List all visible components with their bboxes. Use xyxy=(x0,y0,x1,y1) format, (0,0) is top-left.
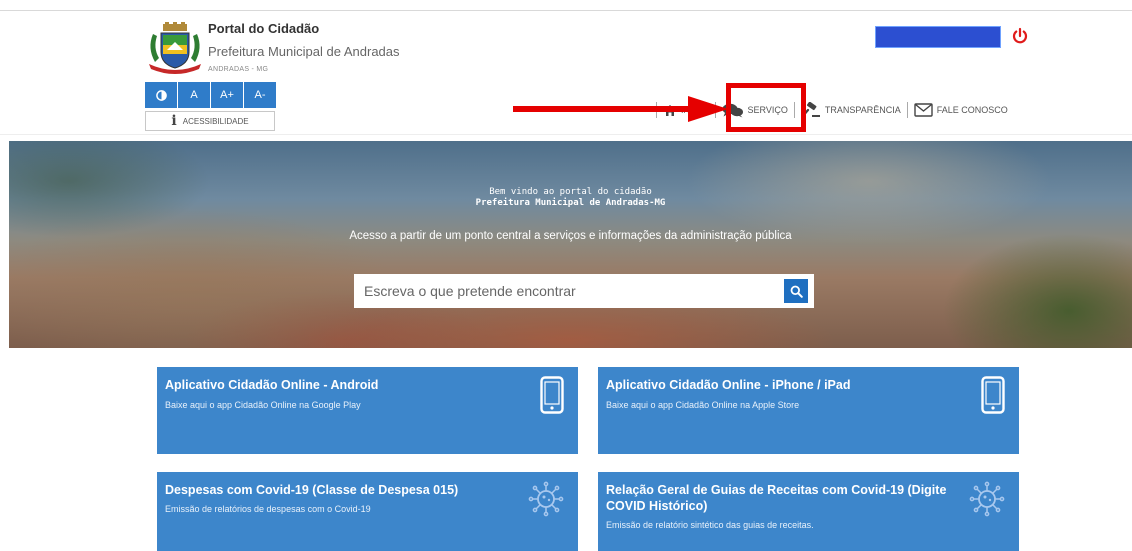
user-name-box[interactable] xyxy=(875,26,1001,48)
nav-transparencia[interactable]: TRANSPARÊNCIA xyxy=(801,102,901,118)
card-title: Aplicativo Cidadão Online - Android xyxy=(165,378,379,392)
card-description: Emissão de relatórios de despesas com o … xyxy=(165,504,371,514)
card-title: Relação Geral de Guias de Receitas com C… xyxy=(606,483,947,513)
contrast-button[interactable] xyxy=(145,82,177,108)
card-android-app[interactable]: Aplicativo Cidadão Online - Android Baix… xyxy=(157,367,578,454)
hero-welcome: Bem vindo ao portal do cidadão Prefeitur… xyxy=(9,187,1132,209)
hero-banner: Bem vindo ao portal do cidadão Prefeitur… xyxy=(9,141,1132,348)
contrast-icon xyxy=(155,89,167,101)
card-covid-revenue-guides[interactable]: Relação Geral de Guias de Receitas com C… xyxy=(598,472,1019,551)
accessibility-label: ACESSIBILIDADE xyxy=(182,116,249,126)
virus-icon xyxy=(969,481,1005,517)
accessibility-controls: A A+ A- xyxy=(145,82,277,108)
search-input[interactable] xyxy=(354,274,784,308)
power-icon[interactable] xyxy=(1011,27,1029,45)
virus-icon xyxy=(528,481,564,517)
card-description: Baixe aqui o app Cidadão Online na Apple… xyxy=(606,400,800,410)
site-title[interactable]: Portal do Cidadão xyxy=(208,21,319,36)
hero-welcome-line1: Bem vindo ao portal do cidadão xyxy=(489,187,652,197)
nav-transparencia-label: TRANSPARÊNCIA xyxy=(824,105,901,115)
accessibility-link[interactable]: i ACESSIBILIDADE xyxy=(145,111,275,131)
card-covid-expenses[interactable]: Despesas com Covid-19 (Classe de Despesa… xyxy=(157,472,578,551)
nav-fale-conosco-label: FALE CONOSCO xyxy=(936,105,1008,115)
search-bar xyxy=(354,274,814,308)
site-subtitle: Prefeitura Municipal de Andradas xyxy=(208,44,400,59)
mobile-phone-icon xyxy=(540,376,564,414)
search-icon xyxy=(790,285,803,298)
coat-of-arms-logo[interactable] xyxy=(145,22,205,74)
top-divider xyxy=(0,10,1132,11)
hero-welcome-line2: Prefeitura Municipal de Andradas-MG xyxy=(475,198,666,208)
card-iphone-app[interactable]: Aplicativo Cidadão Online - iPhone / iPa… xyxy=(598,367,1019,454)
red-arrow-annotation xyxy=(513,96,728,122)
mobile-phone-icon xyxy=(981,376,1005,414)
hero-tagline: Acesso a partir de um ponto central a se… xyxy=(349,230,792,242)
search-button[interactable] xyxy=(784,279,808,303)
header-divider xyxy=(0,134,1132,135)
card-description: Emissão de relatório sintético das guias… xyxy=(606,520,814,530)
card-description: Baixe aqui o app Cidadão Online na Googl… xyxy=(165,400,361,410)
font-normal-button[interactable]: A xyxy=(178,82,210,108)
font-decrease-button[interactable]: A- xyxy=(244,82,276,108)
card-title: Aplicativo Cidadão Online - iPhone / iPa… xyxy=(606,378,851,392)
font-increase-button[interactable]: A+ xyxy=(211,82,243,108)
envelope-icon xyxy=(914,103,933,117)
nav-divider xyxy=(906,102,908,118)
site-city: ANDRADAS - MG xyxy=(208,66,269,73)
nav-fale-conosco[interactable]: FALE CONOSCO xyxy=(914,103,1008,117)
card-title: Despesas com Covid-19 (Classe de Despesa… xyxy=(165,483,459,497)
highlight-box-annotation xyxy=(726,83,806,132)
info-icon: i xyxy=(171,113,177,129)
